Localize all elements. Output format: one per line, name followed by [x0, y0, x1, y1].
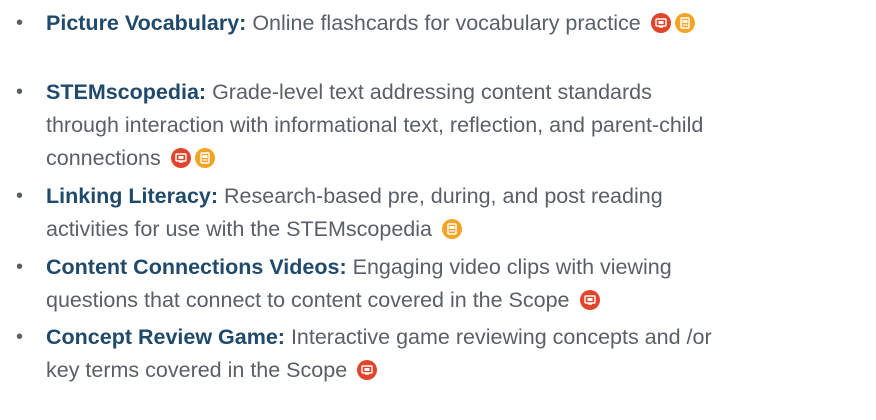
list-item-content: Concept Review Game: Interactive game re…	[46, 321, 846, 387]
line: STEMscopedia: Grade-level text addressin…	[46, 76, 846, 109]
item-description-end: key terms covered in the Scope	[46, 358, 348, 382]
item-term: Picture Vocabulary:	[46, 11, 247, 35]
item-term: Concept Review Game:	[46, 325, 285, 349]
item-description: Online flashcards for vocabulary practic…	[246, 11, 641, 35]
list-item-content: Content Connections Videos: Engaging vid…	[46, 251, 846, 317]
line: key terms covered in the Scope	[46, 354, 846, 387]
line: activities for use with the STEMscopedia	[46, 213, 846, 246]
digital-resource-icon	[170, 148, 191, 168]
bullet: •	[16, 326, 24, 348]
item-description: Research-based pre, during, and post rea…	[218, 184, 663, 208]
bullet: •	[16, 81, 24, 103]
digital-resource-icon	[357, 360, 378, 380]
line: Concept Review Game: Interactive game re…	[46, 321, 846, 354]
item-description-end: activities for use with the STEMscopedia	[46, 217, 432, 241]
digital-resource-icon	[650, 13, 671, 33]
item-description-end: connections	[46, 146, 161, 170]
bullet: •	[16, 185, 24, 207]
line: questions that connect to content covere…	[46, 284, 846, 317]
item-term: STEMscopedia:	[46, 80, 207, 104]
item-description: Engaging video clips with viewing	[346, 255, 672, 279]
digital-resource-icon	[579, 290, 600, 310]
line: connections	[46, 142, 846, 175]
item-description: Interactive game reviewing concepts and …	[284, 325, 712, 349]
line: Picture Vocabulary: Online flashcards fo…	[46, 7, 846, 40]
line: Content Connections Videos: Engaging vid…	[46, 251, 846, 284]
list-item-content: STEMscopedia: Grade-level text addressin…	[46, 76, 846, 175]
item-description-end: questions that connect to content covere…	[46, 288, 570, 312]
bullet: •	[16, 12, 24, 34]
bullet: •	[16, 256, 24, 278]
list-item-content: Linking Literacy: Research-based pre, du…	[46, 180, 846, 246]
list-item-content: Picture Vocabulary: Online flashcards fo…	[46, 7, 846, 40]
printable-resource-icon	[441, 219, 462, 239]
printable-resource-icon	[674, 13, 695, 33]
line: through interaction with informational t…	[46, 113, 704, 137]
line: Linking Literacy: Research-based pre, du…	[46, 180, 846, 213]
item-term: Linking Literacy:	[46, 184, 219, 208]
item-term: Content Connections Videos:	[46, 255, 347, 279]
item-description: Grade-level text addressing content stan…	[206, 80, 652, 104]
printable-resource-icon	[194, 148, 215, 168]
